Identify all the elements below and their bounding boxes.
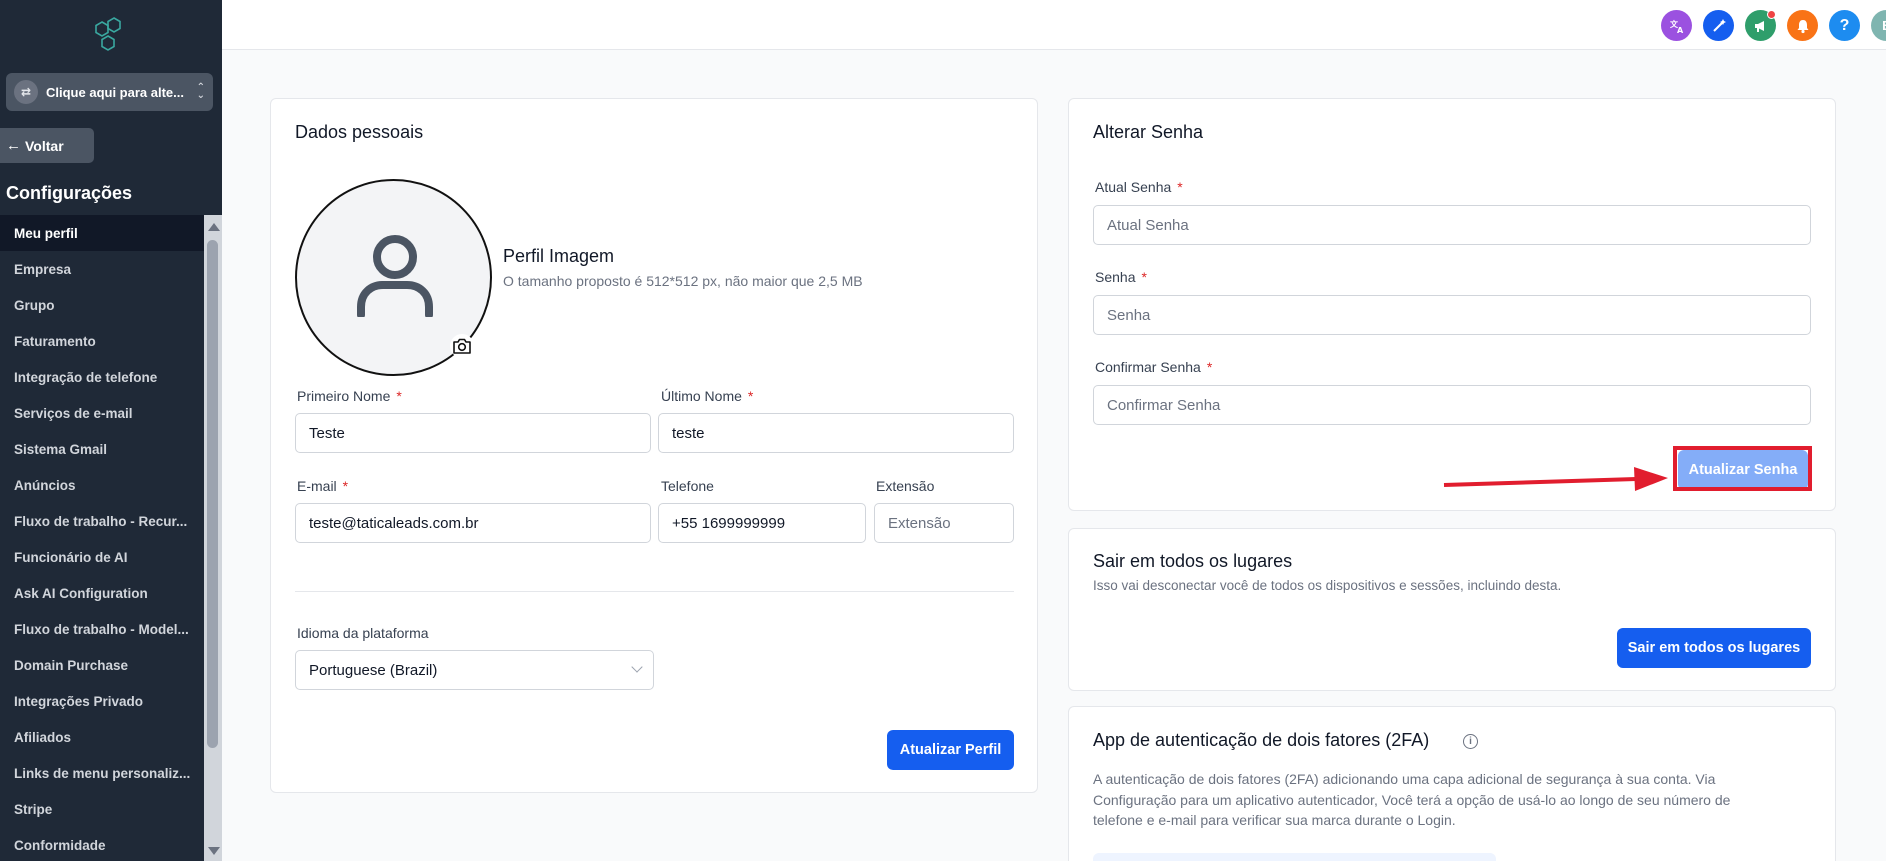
required-marker: * <box>1206 359 1213 375</box>
email-label: E-mail * <box>297 478 348 494</box>
settings-title: Configurações <box>6 183 133 203</box>
personal-data-title: Dados pessoais <box>295 122 424 142</box>
sidebar-item-fluxo-recorrente[interactable]: Fluxo de trabalho - Recur... <box>0 503 204 539</box>
annotation-highlight-box <box>1673 446 1812 491</box>
language-label: Idioma da plataforma <box>297 625 429 641</box>
megaphone-icon[interactable] <box>1745 10 1776 41</box>
first-name-field[interactable]: Teste <box>295 413 651 453</box>
scrollbar-thumb[interactable] <box>207 240 218 748</box>
confirm-password-field[interactable]: Confirmar Senha <box>1093 385 1811 425</box>
sidebar-item-faturamento[interactable]: Faturamento <box>0 323 204 359</box>
required-marker: * <box>1141 269 1147 285</box>
svg-text:A: A <box>1677 26 1684 34</box>
notification-dot <box>1767 10 1776 19</box>
required-marker: * <box>1177 179 1183 195</box>
camera-icon[interactable] <box>450 334 474 358</box>
sidebar-item-funcionario-ai[interactable]: Funcionário de AI <box>0 539 204 575</box>
sidebar-item-sistema-gmail[interactable]: Sistema Gmail <box>0 431 204 467</box>
first-name-label: Primeiro Nome * <box>297 388 402 404</box>
help-icon[interactable]: ? <box>1829 10 1860 41</box>
sidebar-item-links-menu[interactable]: Links de menu personaliz... <box>0 755 204 791</box>
email-field[interactable]: teste@taticaleads.com.br <box>295 503 651 543</box>
language-select[interactable]: Portuguese (Brazil) <box>295 650 654 690</box>
update-profile-button[interactable]: Atualizar Perfil <box>887 730 1014 770</box>
bell-icon[interactable] <box>1787 10 1818 41</box>
email-label-text: E-mail <box>297 478 337 494</box>
twofa-description-line: telefone e e-mail para verificar sua mar… <box>1093 812 1456 828</box>
current-password-field[interactable]: Atual Senha <box>1093 205 1811 245</box>
required-marker: * <box>747 388 754 404</box>
info-icon[interactable]: i <box>1463 734 1478 749</box>
sidebar-item-grupo[interactable]: Grupo <box>0 287 204 323</box>
top-header: 文A ? E <box>222 0 1886 50</box>
chevron-updown-icon: ⌃ ⌄ <box>196 82 205 101</box>
sidebar-item-afiliados[interactable]: Afiliados <box>0 719 204 755</box>
sidebar-item-integracoes-privado[interactable]: Integrações Privado <box>0 683 204 719</box>
user-avatar[interactable]: E <box>1871 10 1886 41</box>
extension-field[interactable]: Extensão <box>874 503 1014 543</box>
sidebar-item-ask-ai[interactable]: Ask AI Configuration <box>0 575 204 611</box>
new-password-field[interactable]: Senha <box>1093 295 1811 335</box>
last-name-field[interactable]: teste <box>658 413 1014 453</box>
last-name-label-text: Último Nome <box>661 388 742 404</box>
sidebar-item-fluxo-modelo[interactable]: Fluxo de trabalho - Model... <box>0 611 204 647</box>
arrow-left-icon: ← <box>6 137 21 154</box>
translate-icon[interactable]: 文A <box>1661 10 1692 41</box>
last-name-label: Último Nome * <box>661 388 753 404</box>
scroll-down-icon[interactable] <box>208 847 220 855</box>
sidebar-item-anuncios[interactable]: Anúncios <box>0 467 204 503</box>
sidebar-item-servicos-email[interactable]: Serviços de e-mail <box>0 395 204 431</box>
current-password-label: Atual Senha * <box>1095 179 1183 195</box>
current-password-label-text: Atual Senha <box>1095 179 1172 195</box>
sidebar-item-conformidade[interactable]: Conformidade <box>0 827 204 861</box>
sidebar-item-domain-purchase[interactable]: Domain Purchase <box>0 647 204 683</box>
required-marker: * <box>342 478 349 494</box>
change-password-title: Alterar Senha <box>1093 122 1204 142</box>
logo-icon <box>95 17 121 51</box>
sidebar-scrollbar[interactable] <box>204 215 222 861</box>
sidebar-item-empresa[interactable]: Empresa <box>0 251 204 287</box>
logout-everywhere-button[interactable]: Sair em todos os lugares <box>1617 628 1811 668</box>
language-select-value: Portuguese (Brazil) <box>309 661 438 679</box>
account-switcher[interactable]: ⇄ Clique aqui para alte... ⌃ ⌄ <box>6 73 213 111</box>
sidebar: ⇄ Clique aqui para alte... ⌃ ⌄ ← Voltar C… <box>0 0 222 861</box>
phone-field[interactable]: +55 1699999999 <box>658 503 866 543</box>
logout-everywhere-title: Sair em todos os lugares <box>1093 551 1293 571</box>
confirm-password-label: Confirmar Senha * <box>1095 359 1212 375</box>
phone-label: Telefone <box>661 478 714 494</box>
section-divider <box>295 591 1014 592</box>
magic-icon[interactable] <box>1703 10 1734 41</box>
back-button[interactable]: ← Voltar <box>0 128 94 163</box>
user-icon <box>357 235 433 317</box>
required-marker: * <box>396 388 402 404</box>
sidebar-item-integracao-telefone[interactable]: Integração de telefone <box>0 359 204 395</box>
scroll-up-icon[interactable] <box>208 223 220 231</box>
twofa-description-line: A autenticação de dois fatores (2FA) adi… <box>1093 771 1716 787</box>
profile-image-title: Perfil Imagem <box>503 246 615 266</box>
twofa-title: App de autenticação de dois fatores (2FA… <box>1093 730 1430 750</box>
logout-everywhere-description: Isso vai desconectar você de todos os di… <box>1093 578 1562 593</box>
new-password-label-text: Senha <box>1095 269 1136 285</box>
sidebar-item-stripe[interactable]: Stripe <box>0 791 204 827</box>
first-name-label-text: Primeiro Nome <box>297 388 391 404</box>
annotation-arrow-icon <box>1443 467 1668 491</box>
account-switcher-label: Clique aqui para alte... <box>46 84 184 100</box>
back-button-label: Voltar <box>25 137 64 154</box>
twofa-description: A autenticação de dois fatores (2FA) adi… <box>1093 769 1813 831</box>
settings-nav: Meu perfil Empresa Grupo Faturamento Int… <box>0 215 204 861</box>
switch-account-icon: ⇄ <box>14 80 38 104</box>
new-password-label: Senha * <box>1095 269 1147 285</box>
sidebar-item-meu-perfil[interactable]: Meu perfil <box>0 215 204 251</box>
twofa-setup-button[interactable] <box>1093 853 1496 861</box>
confirm-password-label-text: Confirmar Senha <box>1095 359 1201 375</box>
extension-label: Extensão <box>876 478 935 494</box>
profile-image-hint: O tamanho proposto é 512*512 px, não mai… <box>503 273 863 289</box>
chevron-down-icon <box>631 661 643 673</box>
twofa-description-line: Configuração para um aplicativo autentic… <box>1093 791 1731 808</box>
